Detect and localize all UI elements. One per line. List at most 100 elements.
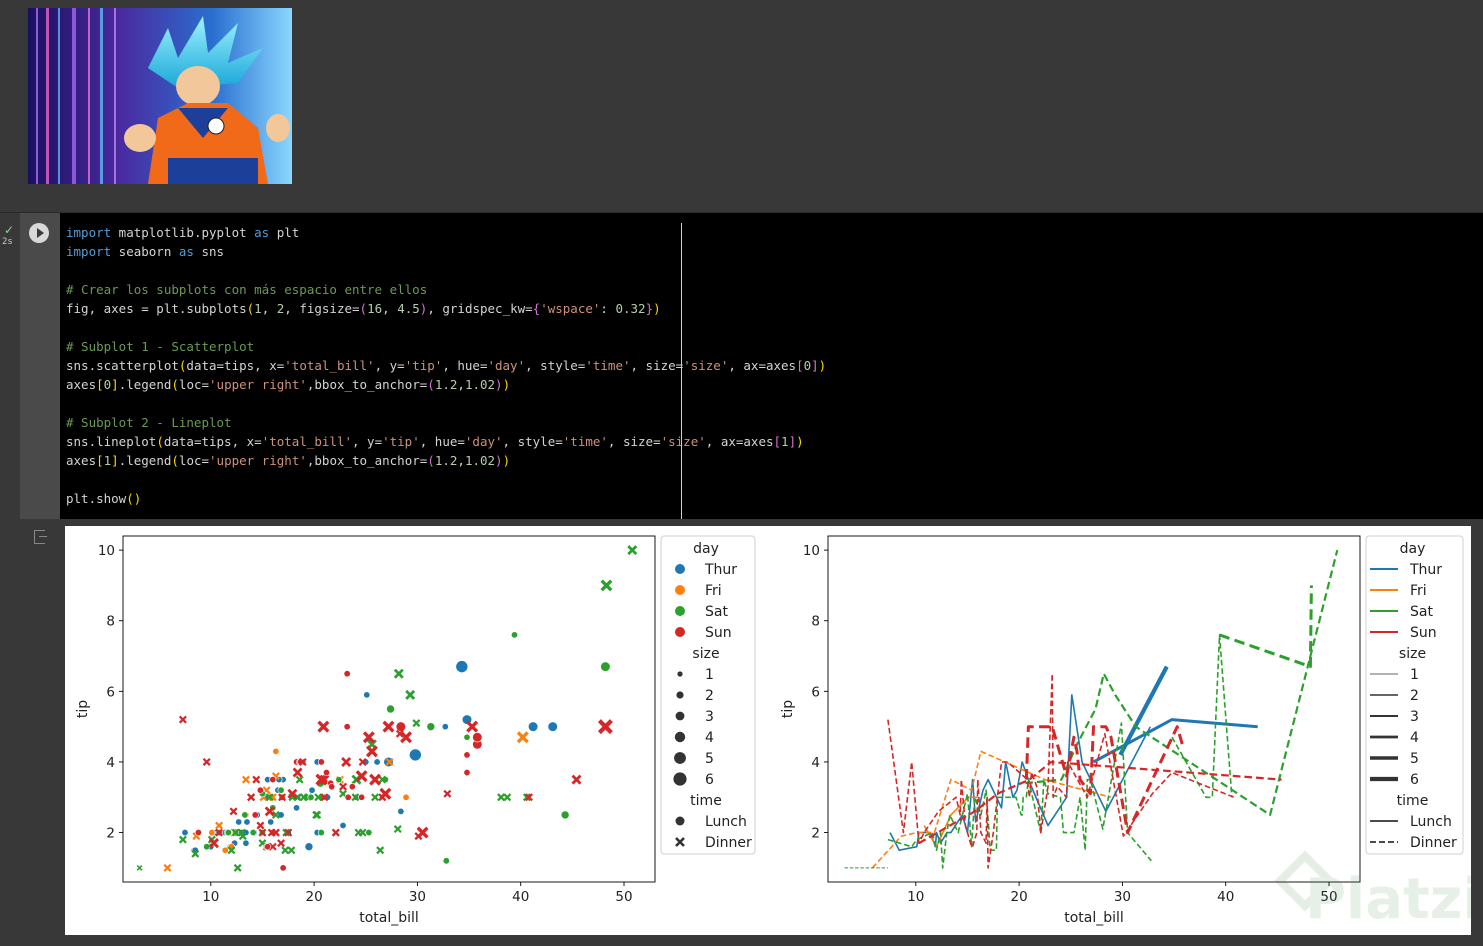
scatter-point: [241, 775, 250, 784]
scatter-point: [215, 821, 224, 830]
legend-label: time: [690, 793, 722, 809]
x-tick-label: 10: [907, 889, 924, 905]
scatter-point: [307, 793, 315, 801]
scatter-point: [354, 828, 363, 837]
scatter-point: [405, 689, 416, 700]
legend-marker: [675, 627, 685, 637]
scatter-point: [339, 782, 348, 791]
legend-label: 3: [1410, 709, 1419, 725]
scatter-point: [136, 865, 143, 871]
figure-canvas: 10 20 30 40 50 2 4 6 8 10 total_bill tip day Thur Fri S…: [75, 535, 1482, 932]
code-token: 'upper right': [209, 453, 307, 468]
scatter-point: [376, 846, 385, 855]
code-cell: ✓ 2s import matplotlib.pyplot as plt imp…: [0, 212, 1483, 519]
x-tick-label: 40: [1217, 889, 1234, 905]
legend-label: Sun: [705, 625, 732, 641]
scatter-point: [178, 835, 187, 844]
code-token: (: [156, 434, 164, 449]
plot-output: 10 20 30 40 50 2 4 6 8 10 total_bill tip day Thur Fri S…: [65, 526, 1482, 935]
scatter-point: [497, 793, 506, 802]
scatter-point: [463, 751, 471, 759]
scatter-point: [242, 839, 250, 847]
code-token: .legend: [118, 377, 172, 392]
legend-label: Sat: [705, 604, 728, 620]
scatter-point: [365, 745, 378, 758]
y-tick-label: 8: [106, 614, 115, 630]
legend-marker: [674, 752, 686, 764]
legend-marker: [675, 585, 685, 595]
cell-gutter: ✓ 2s: [0, 213, 20, 519]
code-text[interactable]: import matplotlib.pyplot as plt import s…: [66, 223, 826, 508]
code-token: matplotlib.pyplot: [111, 225, 255, 240]
legend-label: 4: [705, 730, 714, 746]
watermark-text: Platzi: [1305, 867, 1471, 932]
legend-marker: [675, 606, 685, 616]
scatter-point: [393, 668, 404, 679]
scatter-point: [393, 825, 402, 834]
scatter-point: [516, 731, 529, 744]
legend-marker: [677, 671, 683, 677]
scatter-point: [397, 807, 405, 815]
code-token: [: [773, 434, 782, 449]
x-tick-label: 30: [409, 889, 426, 905]
code-token: ): [495, 453, 503, 468]
code-token: [: [96, 377, 104, 392]
scatter-point: [293, 804, 301, 812]
code-editor[interactable]: import matplotlib.pyplot as plt import s…: [60, 213, 1483, 519]
scatter-point: [466, 720, 479, 733]
scatter-point: [279, 864, 287, 872]
code-token: 16: [367, 301, 383, 316]
scatter-point: [208, 829, 216, 837]
code-token: 'time': [562, 434, 608, 449]
series-line: [1219, 585, 1313, 669]
run-cell-button[interactable]: [29, 223, 49, 243]
code-token: 'total_bill': [261, 434, 352, 449]
x-tick-label: 40: [512, 889, 529, 905]
code-line: sns.scatterplot(data=tips, x='total_bill…: [66, 358, 826, 373]
legend-marker: [675, 816, 685, 826]
legend-label: 5: [1410, 751, 1419, 767]
code-token: plt.show: [66, 491, 127, 506]
code-line: axes[1].legend(loc='upper right',bbox_to…: [66, 453, 510, 468]
x-tick-label: 20: [306, 889, 323, 905]
legend-label: Thur: [1409, 562, 1442, 578]
scatter-point: [463, 733, 471, 741]
scatter-point: [371, 793, 380, 802]
scatter-point: [264, 843, 272, 851]
code-line: # Subplot 1 - Scatterplot: [66, 339, 254, 354]
code-token: , y=: [352, 434, 383, 449]
legend-label: 1: [705, 667, 714, 683]
code-token: sns.scatterplot: [66, 358, 179, 373]
code-token: (: [427, 377, 435, 392]
scatter-point: [441, 723, 449, 731]
code-token: import: [66, 225, 112, 240]
legend-label: day: [1400, 541, 1426, 557]
code-token: ): [818, 358, 827, 373]
scatter-point: [194, 829, 202, 837]
output-icon[interactable]: [34, 530, 47, 544]
legend-label: time: [1397, 793, 1429, 809]
legend-label: 6: [705, 772, 714, 788]
legend-label: 6: [1410, 772, 1419, 788]
scatterplot: 10 20 30 40 50 2 4 6 8 10 total_bill tip day Thur Fri S…: [75, 535, 756, 926]
code-token: sns: [193, 244, 225, 259]
scatter-point: [163, 863, 172, 872]
x-axis-label: total_bill: [1064, 910, 1124, 926]
code-token: ): [502, 453, 511, 468]
code-token: 'time': [585, 358, 631, 373]
scatter-point: [455, 660, 469, 673]
code-token: , y=: [374, 358, 405, 373]
scatter-point: [317, 758, 325, 766]
scatter-point: [373, 758, 381, 766]
scatter-point: [203, 843, 211, 851]
code-token: 'total_bill': [284, 358, 375, 373]
y-tick-label: 6: [811, 684, 820, 700]
code-token: (: [427, 453, 435, 468]
code-token: ]: [811, 358, 819, 373]
code-token: # Subplot 2 - Lineplot: [66, 415, 232, 430]
scatter-point: [269, 776, 277, 784]
code-token: # Subplot 1 - Scatterplot: [66, 339, 255, 354]
series-line: [918, 760, 1282, 845]
code-line: import seaborn as sns: [66, 244, 224, 259]
code-token: ]: [788, 434, 797, 449]
